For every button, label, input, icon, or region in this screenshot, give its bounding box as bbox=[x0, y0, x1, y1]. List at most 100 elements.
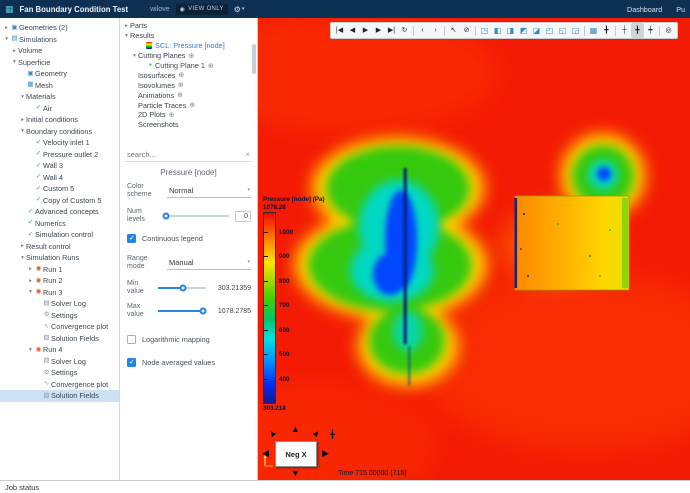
chevron-down-icon[interactable]: ▾ bbox=[19, 94, 26, 100]
view-perspective-icon[interactable]: ◲ bbox=[569, 23, 582, 38]
sidebar-item-wall-4[interactable]: ✓ Wall 4 bbox=[0, 172, 119, 184]
step-forward-icon[interactable]: ▶ bbox=[372, 23, 385, 38]
add-icon[interactable]: ⊕ bbox=[177, 91, 183, 99]
sidebar-item-custom-5[interactable]: ✓ Custom 5 bbox=[0, 183, 119, 195]
rotate-up-left-arrow[interactable]: ▲ bbox=[266, 426, 279, 439]
sidebar-item-pressure-outlet-2[interactable]: ✓ Pressure outlet 2 bbox=[0, 149, 119, 161]
username-label[interactable]: wilove bbox=[150, 6, 169, 13]
scrollbar-thumb[interactable] bbox=[252, 44, 256, 74]
chevron-down-icon[interactable]: ▾ bbox=[19, 128, 26, 134]
node-averaged-checkbox[interactable] bbox=[127, 358, 136, 367]
sidebar-item-advanced-concepts[interactable]: ✓ Advanced concepts bbox=[0, 206, 119, 218]
sidebar-item-initial-conditions[interactable]: ▸ Initial conditions bbox=[0, 114, 119, 126]
rotate-right-arrow[interactable]: ▶ bbox=[322, 449, 329, 458]
sidebar-item-boundary-conditions[interactable]: ▾ Boundary conditions bbox=[0, 126, 119, 138]
view-only-badge[interactable]: ◉ VIEW ONLY bbox=[175, 3, 228, 15]
view-bottom-icon[interactable]: ◱ bbox=[556, 23, 569, 38]
sidebar-item-run-3[interactable]: ▾ ◉ Run 3 bbox=[0, 287, 119, 299]
show-grid-icon[interactable]: ▦ bbox=[587, 23, 600, 38]
skip-start-icon[interactable]: |◀ bbox=[333, 23, 346, 38]
sidebar-item-settings[interactable]: ⚙ Settings bbox=[0, 367, 119, 379]
add-icon[interactable]: ⊕ bbox=[189, 101, 195, 109]
chevron-right-icon[interactable]: ▸ bbox=[19, 243, 26, 249]
view-top-icon[interactable]: ◰ bbox=[543, 23, 556, 38]
add-icon[interactable]: ⊕ bbox=[178, 81, 184, 89]
sidebar-item-convergence-plot[interactable]: ∿ Convergence plot bbox=[0, 379, 119, 391]
min-value-input[interactable]: 303.21359 bbox=[211, 285, 251, 292]
step-back-icon[interactable]: ◀ bbox=[346, 23, 359, 38]
sidebar-item-simulation-runs[interactable]: ▾ Simulation Runs bbox=[0, 252, 119, 264]
postproc-item-isovolumes[interactable]: Isovolumes ⊕ bbox=[120, 80, 257, 90]
chevron-down-icon[interactable]: ▾ bbox=[19, 255, 26, 261]
chevron-right-icon[interactable]: ▸ bbox=[11, 48, 18, 54]
sidebar-item-run-2[interactable]: ▸ ◉ Run 2 bbox=[0, 275, 119, 287]
sidebar-item-run-4[interactable]: ▾ ◉ Run 4 bbox=[0, 344, 119, 356]
min-value-slider[interactable] bbox=[158, 284, 206, 292]
add-icon[interactable]: ⊕ bbox=[178, 71, 184, 79]
sidebar-item-copy-of-custom-5[interactable]: ✓ Copy of Custom 5 bbox=[0, 195, 119, 207]
view-left-icon[interactable]: ◩ bbox=[517, 23, 530, 38]
clip-icon[interactable]: ⊘ bbox=[460, 23, 473, 38]
slider-handle[interactable] bbox=[199, 307, 207, 315]
max-value-input[interactable]: 1078.2785 bbox=[211, 308, 251, 315]
postproc-item-parts[interactable]: ▸ Parts bbox=[120, 21, 257, 31]
loop-icon[interactable]: ↻ bbox=[398, 23, 411, 38]
sidebar-item-settings[interactable]: ⚙ Settings bbox=[0, 310, 119, 322]
chevron-right-icon[interactable]: ▸ bbox=[27, 266, 34, 272]
sidebar-item-wall-3[interactable]: ✓ Wall 3 bbox=[0, 160, 119, 172]
postproc-item-results[interactable]: ▾ Results bbox=[120, 31, 257, 41]
sidebar-item-mesh[interactable]: ▦ Mesh bbox=[0, 80, 119, 92]
chevron-down-icon[interactable]: ▾ bbox=[11, 59, 18, 65]
sidebar-item-numerics[interactable]: ✓ Numerics bbox=[0, 218, 119, 230]
chevron-down-icon[interactable]: ▾ bbox=[131, 53, 138, 59]
chevron-right-icon[interactable]: ▸ bbox=[27, 278, 34, 284]
slider-handle[interactable] bbox=[179, 284, 187, 292]
render-viewport[interactable]: |◀ ◀ ▶ ▶ ▶| ↻ ‹ › ↖ ⊘ ◳ ◧ ◨ ◩ ◪ ◰ ◱ ◲ ▦ ╋ ┼ ╋ ┿ ◎ Pressure [nod… bbox=[258, 18, 690, 480]
marker-next-icon[interactable]: › bbox=[429, 23, 442, 38]
pan-icon[interactable]: ╋ bbox=[330, 431, 335, 439]
color-scheme-select[interactable]: Normal ▾ bbox=[167, 185, 251, 198]
public-projects-link[interactable]: Pu bbox=[676, 5, 685, 14]
play-icon[interactable]: ▶ bbox=[359, 23, 372, 38]
sidebar-item-solution-fields[interactable]: ▧ Solution Fields bbox=[0, 333, 119, 345]
postproc-item-isosurfaces[interactable]: Isosurfaces ⊕ bbox=[120, 70, 257, 80]
chevron-down-icon[interactable]: ▾ bbox=[3, 36, 10, 42]
search-input[interactable] bbox=[127, 150, 246, 159]
zoom-to-box-icon[interactable]: ◎ bbox=[662, 23, 675, 38]
sidebar-item-run-1[interactable]: ▸ ◉ Run 1 bbox=[0, 264, 119, 276]
postproc-item-particle-traces[interactable]: Particle Traces ⊕ bbox=[120, 100, 257, 110]
sidebar-item-geometries-2[interactable]: ▸ ▣ Geometries (2) bbox=[0, 22, 119, 34]
postproc-item-cutting-planes[interactable]: ▾ Cutting Planes ⊕ bbox=[120, 51, 257, 61]
view-front-icon[interactable]: ◧ bbox=[491, 23, 504, 38]
sidebar-item-solver-log[interactable]: ▤ Solver Log bbox=[0, 356, 119, 368]
sidebar-item-geometry[interactable]: ▣ Geometry bbox=[0, 68, 119, 80]
continuous-legend-checkbox[interactable] bbox=[127, 234, 136, 243]
max-value-slider[interactable] bbox=[158, 307, 207, 315]
add-icon[interactable]: ⊕ bbox=[208, 62, 214, 70]
chevron-right-icon[interactable]: ▸ bbox=[19, 117, 26, 123]
marker-prev-icon[interactable]: ‹ bbox=[416, 23, 429, 38]
center-rotation-icon[interactable]: ┼ bbox=[618, 23, 631, 38]
sidebar-item-simulation-control[interactable]: ✓ Simulation control bbox=[0, 229, 119, 241]
sidebar-item-convergence-plot[interactable]: ∿ Convergence plot bbox=[0, 321, 119, 333]
chevron-right-icon[interactable]: ▸ bbox=[3, 25, 10, 31]
chevron-down-icon[interactable]: ▾ bbox=[123, 33, 130, 39]
postproc-item-cutting-plane-1[interactable]: ● Cutting Plane 1 ⊕ bbox=[120, 61, 257, 71]
chevron-down-icon[interactable]: ▾ bbox=[27, 347, 34, 353]
sidebar-item-result-control[interactable]: ▸ Result control bbox=[0, 241, 119, 253]
clear-search-icon[interactable]: × bbox=[245, 150, 250, 159]
logarithmic-mapping-checkbox[interactable] bbox=[127, 335, 136, 344]
sidebar-item-materials[interactable]: ▾ Materials bbox=[0, 91, 119, 103]
show-center-icon[interactable]: ╋ bbox=[631, 23, 644, 38]
pick-center-icon[interactable]: ┿ bbox=[644, 23, 657, 38]
rotate-down-arrow[interactable]: ▼ bbox=[291, 469, 300, 478]
num-levels-slider[interactable] bbox=[162, 212, 229, 220]
add-icon[interactable]: ⊕ bbox=[188, 52, 194, 60]
add-icon[interactable]: ⊕ bbox=[169, 111, 175, 119]
chevron-right-icon[interactable]: ▸ bbox=[123, 23, 130, 29]
view-iso-icon[interactable]: ◳ bbox=[478, 23, 491, 38]
pointer-icon[interactable]: ↖ bbox=[447, 23, 460, 38]
sidebar-item-solver-log[interactable]: ▤ Solver Log bbox=[0, 298, 119, 310]
dashboard-link[interactable]: Dashboard bbox=[627, 5, 662, 14]
app-logo-icon[interactable]: ▦ bbox=[5, 4, 14, 14]
